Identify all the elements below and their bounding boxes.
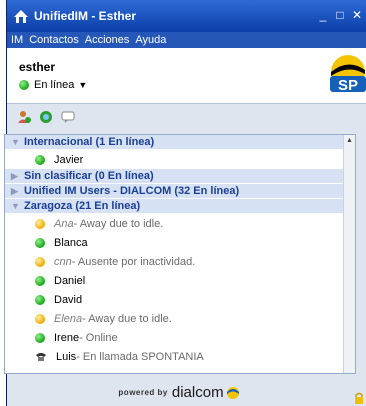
contact-name: Luis <box>56 350 77 363</box>
contact-status-message: - Online <box>79 331 118 344</box>
vertical-scrollbar[interactable]: ▲ <box>343 135 355 373</box>
menu-acciones[interactable]: Acciones <box>85 34 130 46</box>
contact-name: David <box>54 293 83 306</box>
contact-name: Daniel <box>54 274 86 287</box>
away-status-icon <box>35 218 45 229</box>
menu-contactos[interactable]: Contactos <box>29 34 79 46</box>
phone-call-icon <box>36 352 46 361</box>
group-header[interactable]: ▼ Zaragoza (21 En línea) <box>5 199 355 214</box>
group-label: Sin clasificar (0 En línea) <box>24 170 154 182</box>
dialcom-logo-icon <box>226 387 239 399</box>
powered-by-text: powered by <box>118 387 168 397</box>
contact-name: Elena <box>54 312 83 325</box>
group-collapse-icon: ▼ <box>11 137 20 147</box>
profile-panel: esther En línea ▼ SP <box>7 48 366 104</box>
away-status-icon <box>35 256 45 267</box>
group-header[interactable]: ▶ Sin clasificar (0 En línea) <box>5 169 355 184</box>
add-group-icon[interactable] <box>39 110 53 124</box>
svg-text:SP: SP <box>338 77 358 94</box>
contact-name: Ana <box>54 217 74 230</box>
contacts-toolbar <box>7 104 366 130</box>
contact-name: Javier <box>54 153 84 166</box>
contact-row[interactable]: Blanca <box>5 233 355 252</box>
contact-row[interactable]: Luis - En llamada SPONTANIA <box>5 347 355 366</box>
app-icon <box>14 10 28 23</box>
group-header[interactable]: ▶ Unified IM Users - DIALCOM (32 En líne… <box>5 184 355 199</box>
contact-row[interactable]: Daniel <box>5 271 355 290</box>
contact-row[interactable]: cnn - Ausente por inactividad. <box>5 252 355 271</box>
maximize-icon[interactable]: □ <box>333 9 347 23</box>
group-collapse-icon: ▼ <box>11 201 20 211</box>
away-status-icon <box>35 313 45 324</box>
contact-status-message: - Away due to idle. <box>82 312 172 325</box>
contact-status-message: - En llamada SPONTANIA <box>76 350 204 363</box>
window-title: UnifiedIM - Esther <box>34 9 137 23</box>
contact-row[interactable]: Irene - Online <box>5 328 355 347</box>
contact-row[interactable]: Elena - Away due to idle. <box>5 309 355 328</box>
contact-list: ▼ Internacional (1 En línea) Javier ▶ Si… <box>4 134 356 374</box>
contact-name: Blanca <box>54 236 88 249</box>
group-label: Zaragoza (21 En línea) <box>24 200 141 212</box>
dropdown-arrow-icon: ▼ <box>78 80 88 90</box>
group-expand-icon: ▶ <box>11 185 18 196</box>
menu-bar: IM Contactos Acciones Ayuda <box>7 32 366 48</box>
contact-row[interactable]: Ana - Away due to idle. <box>5 214 355 233</box>
spontania-logo-icon: SP <box>330 55 366 94</box>
menu-im[interactable]: IM <box>11 34 23 46</box>
title-bar[interactable]: UnifiedIM - Esther _ □ ✕ <box>7 0 366 32</box>
menu-ayuda[interactable]: Ayuda <box>135 34 166 46</box>
contact-status-message: - Away due to idle. <box>73 217 164 230</box>
add-contact-icon[interactable] <box>17 110 31 124</box>
contact-name: cnn <box>54 255 72 268</box>
contact-row[interactable]: David <box>5 290 355 309</box>
footer: powered by dialcom <box>4 380 356 404</box>
group-label: Internacional (1 En línea) <box>24 136 155 148</box>
dialcom-brand: dialcom <box>171 383 224 401</box>
group-label: Unified IM Users - DIALCOM (32 En línea) <box>24 185 240 197</box>
scroll-up-icon[interactable]: ▲ <box>344 135 355 147</box>
group-header[interactable]: ▼ Internacional (1 En línea) <box>5 135 355 150</box>
status-selector[interactable]: En línea ▼ <box>19 79 87 91</box>
contact-row[interactable]: Javier <box>5 150 355 169</box>
close-icon[interactable]: ✕ <box>350 9 364 23</box>
chat-icon[interactable] <box>61 110 75 124</box>
lock-icon <box>355 392 363 404</box>
group-expand-icon: ▶ <box>11 170 18 181</box>
username: esther <box>19 60 56 74</box>
online-status-icon <box>35 275 45 286</box>
contact-status-message: - Ausente por inactividad. <box>71 255 196 268</box>
online-status-icon <box>35 237 45 248</box>
online-status-icon <box>19 80 29 90</box>
contact-name: Irene <box>54 331 80 344</box>
online-status-icon <box>35 154 45 165</box>
status-label: En línea <box>34 79 75 91</box>
minimize-icon[interactable]: _ <box>316 9 330 23</box>
online-status-icon <box>35 332 45 343</box>
online-status-icon <box>35 294 45 305</box>
